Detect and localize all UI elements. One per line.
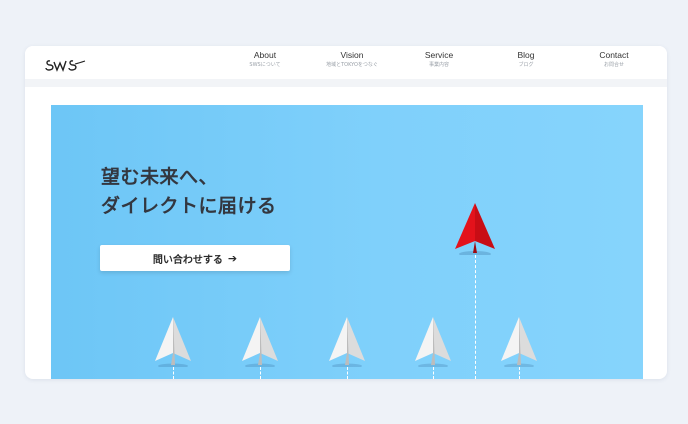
nav-contact[interactable]: Contact お問合せ	[574, 49, 654, 70]
nav-contact-label: Contact	[599, 50, 629, 60]
hero-headline-line2: ダイレクトに届ける	[101, 195, 277, 217]
red-paper-plane-illustration	[453, 201, 497, 259]
logo-mark	[45, 60, 86, 72]
white-paper-plane-illustration	[240, 315, 280, 371]
arrow-right-icon: ➔	[227, 251, 238, 265]
plane-trail	[260, 367, 261, 379]
site-header: About SWSについて Vision 地域とTOKYOをつなぐ Servic…	[25, 46, 667, 78]
nav-service-label: Service	[424, 50, 454, 60]
nav-vision-label: Vision	[340, 50, 364, 60]
plane-trail	[173, 367, 174, 379]
nav-contact-sub: お問合せ	[603, 62, 624, 68]
white-paper-plane-illustration	[327, 315, 367, 371]
hero-headline: 望む未来へ、 ダイレクトに届ける	[101, 163, 277, 221]
nav-vision[interactable]: Vision 地域とTOKYOをつなぐ	[312, 49, 392, 70]
white-paper-plane-illustration	[499, 315, 539, 371]
white-paper-plane-illustration	[153, 315, 193, 371]
nav-service[interactable]: Service 事業内容	[399, 49, 479, 70]
nav-blog[interactable]: Blog ブログ	[486, 49, 566, 70]
white-paper-plane-illustration	[413, 315, 453, 371]
hero-headline-line1: 望む未来へ、	[101, 166, 219, 188]
website-preview-card: About SWSについて Vision 地域とTOKYOをつなぐ Servic…	[25, 46, 667, 379]
nav-service-sub: 事業内容	[428, 62, 449, 68]
plane-trail	[519, 367, 520, 379]
nav-vision-sub: 地域とTOKYOをつなぐ	[326, 62, 378, 68]
nav-about[interactable]: About SWSについて	[225, 49, 305, 70]
contact-cta-button[interactable]: 問い合わせする ➔	[100, 245, 290, 271]
nav-blog-label: Blog	[517, 50, 535, 60]
header-divider	[25, 79, 667, 87]
nav-blog-sub: ブログ	[518, 62, 534, 68]
plane-trail	[347, 367, 348, 379]
site-logo[interactable]	[44, 51, 88, 75]
plane-trail	[433, 367, 434, 379]
nav-about-sub: SWSについて	[249, 62, 281, 68]
red-plane-trail	[475, 255, 476, 379]
cta-label: 問い合わせする	[152, 254, 223, 266]
nav-about-label: About	[253, 50, 277, 60]
hero-section: 望む未来へ、 ダイレクトに届ける 問い合わせする ➔	[51, 105, 643, 379]
